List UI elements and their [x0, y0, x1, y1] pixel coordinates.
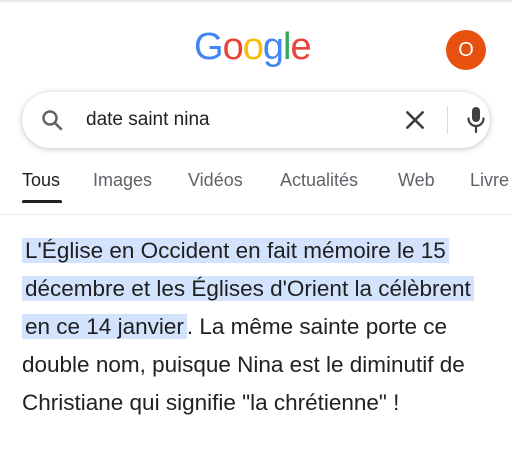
- search-input[interactable]: [86, 92, 366, 148]
- close-icon[interactable]: [402, 107, 428, 133]
- mic-icon[interactable]: [466, 106, 486, 134]
- featured-snippet: L'Église en Occident en fait mémoire le …: [22, 232, 492, 422]
- account-avatar[interactable]: O: [446, 30, 486, 70]
- logo-letter-g: G: [194, 26, 224, 68]
- tabs-divider: [0, 214, 512, 215]
- tab-images[interactable]: Images: [93, 170, 152, 191]
- top-border: [0, 0, 512, 2]
- search-tabs: Tous Images Vidéos Actualités Web Livre: [0, 160, 512, 204]
- tab-livres[interactable]: Livre: [470, 170, 509, 191]
- logo-letter-o1: o: [222, 26, 244, 68]
- search-icon[interactable]: [40, 108, 64, 132]
- tab-actualites[interactable]: Actualités: [280, 170, 358, 191]
- google-logo[interactable]: Google: [194, 24, 312, 70]
- logo-letter-e: e: [290, 26, 311, 68]
- logo-letter-o2: o: [242, 26, 264, 68]
- logo-letter-g2: g: [262, 26, 284, 68]
- logo-letter-l: l: [282, 26, 292, 68]
- tab-web[interactable]: Web: [398, 170, 435, 191]
- search-box[interactable]: [22, 92, 490, 148]
- active-tab-indicator: [22, 200, 62, 203]
- tab-videos[interactable]: Vidéos: [188, 170, 243, 191]
- search-divider: [447, 106, 448, 134]
- tab-tous[interactable]: Tous: [22, 170, 60, 191]
